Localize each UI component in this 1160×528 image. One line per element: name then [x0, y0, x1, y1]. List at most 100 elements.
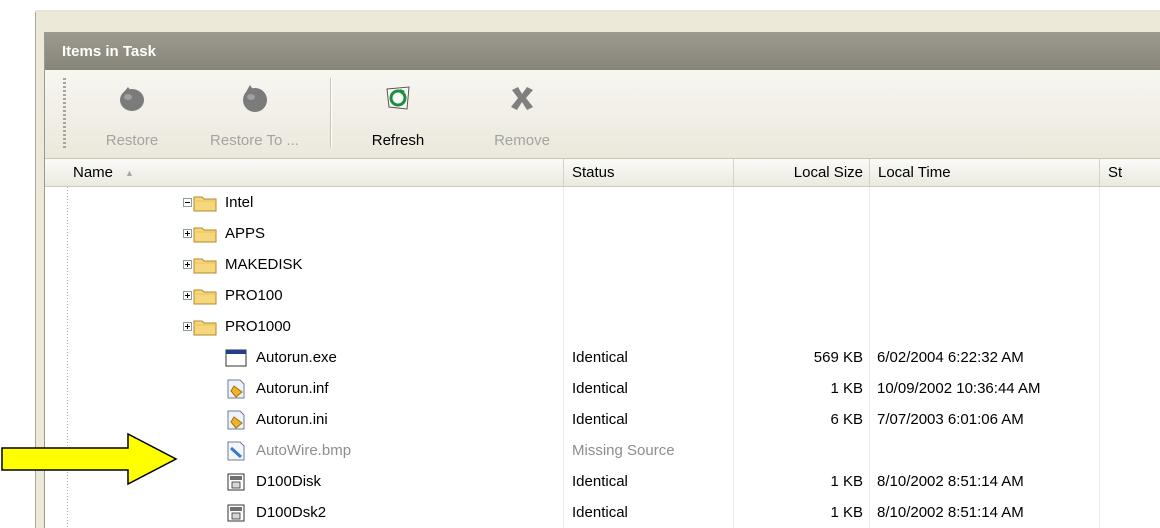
list-item[interactable]: AutoWire.bmp Missing Source — [45, 435, 1160, 466]
local-size-cell — [733, 249, 863, 280]
remove-label: Remove — [494, 132, 550, 149]
item-name: PRO100 — [225, 287, 283, 304]
name-cell: D100Disk — [225, 466, 321, 497]
sort-ascending-icon: ▲ — [125, 167, 134, 178]
name-cell: MAKEDISK — [183, 249, 303, 280]
local-time-cell: 8/10/2002 8:51:14 AM — [877, 473, 1024, 490]
local-size-cell — [733, 187, 863, 218]
header-next-column-label: St — [1108, 164, 1123, 181]
item-name: D100Disk — [256, 473, 322, 490]
header-local-size[interactable]: Local Size — [733, 159, 869, 186]
restore-button[interactable]: Restore — [97, 70, 167, 158]
item-name: Autorun.inf — [256, 380, 329, 397]
expand-icon[interactable] — [183, 260, 192, 269]
local-time-cell: 7/07/2003 6:01:06 AM — [877, 411, 1024, 428]
status-cell: Identical — [572, 411, 628, 428]
header-local-time-label: Local Time — [878, 164, 951, 181]
local-size-cell — [733, 435, 863, 466]
header-status[interactable]: Status — [563, 159, 733, 186]
name-cell: Autorun.ini — [225, 404, 328, 435]
list-item[interactable]: Intel — [45, 187, 1160, 218]
local-size-cell: 1 KB — [830, 504, 863, 521]
local-size-cell — [733, 218, 863, 249]
bmp-file-icon — [225, 440, 247, 462]
name-cell: AutoWire.bmp — [225, 435, 351, 466]
folder-icon — [193, 318, 217, 336]
item-name: D100Dsk2 — [256, 504, 327, 521]
restore-to-label: Restore To ... — [210, 132, 299, 149]
header-name[interactable]: Name ▲ — [45, 159, 563, 186]
local-size-cell — [733, 311, 863, 342]
list-item[interactable]: Autorun.exe Identical 569 KB 6/02/2004 6:22… — [45, 342, 1160, 373]
name-cell: Autorun.exe — [225, 342, 337, 373]
items-in-task-panel: Items in Task Restore Restore To ... Ref… — [44, 32, 1160, 528]
local-size-cell: 1 KB — [830, 473, 863, 490]
toolbar: Restore Restore To ... Refresh Remove — [45, 70, 1160, 159]
name-cell: PRO100 — [183, 280, 283, 311]
list-item[interactable]: Autorun.ini Identical 6 KB 7/07/2003 6:01:0… — [45, 404, 1160, 435]
inf-file-icon — [225, 378, 247, 400]
local-time-cell: 8/10/2002 8:51:14 AM — [877, 504, 1024, 521]
dsk-file-icon — [225, 502, 247, 524]
item-name: Autorun.exe — [256, 349, 337, 366]
header-local-time[interactable]: Local Time — [869, 159, 1099, 186]
refresh-icon — [383, 78, 413, 118]
collapse-icon[interactable] — [183, 198, 192, 207]
inf-file-icon — [225, 409, 247, 431]
item-name: Intel — [225, 194, 254, 211]
status-cell: Identical — [572, 473, 628, 490]
item-name: MAKEDISK — [225, 256, 303, 273]
list-item[interactable]: MAKEDISK — [45, 249, 1160, 280]
status-cell: Identical — [572, 380, 628, 397]
toolbar-separator — [330, 78, 332, 148]
panel-title: Items in Task — [45, 32, 1160, 70]
header-next-column[interactable]: St — [1099, 159, 1160, 186]
local-size-cell: 1 KB — [830, 380, 863, 397]
application-window: Items in Task Restore Restore To ... Ref… — [35, 12, 1160, 528]
expand-icon[interactable] — [183, 291, 192, 300]
item-name: AutoWire.bmp — [256, 442, 352, 459]
list-item[interactable]: D100Dsk2 Identical 1 KB 8/10/2002 8:51:14 A… — [45, 497, 1160, 528]
local-size-cell: 569 KB — [813, 349, 863, 366]
list-item[interactable]: PRO1000 — [45, 311, 1160, 342]
name-cell: D100Dsk2 — [225, 497, 326, 528]
refresh-button[interactable]: Refresh — [358, 70, 438, 158]
header-name-label: Name — [73, 164, 114, 181]
remove-icon — [507, 78, 537, 118]
column-header: Name ▲ Status Local Size Local Time St — [45, 159, 1160, 187]
name-cell: Intel — [183, 187, 253, 218]
item-name: Autorun.ini — [256, 411, 328, 428]
local-size-cell — [733, 280, 863, 311]
toolbar-grip[interactable] — [63, 78, 66, 148]
header-status-label: Status — [572, 164, 615, 181]
restore-label: Restore — [105, 132, 159, 149]
name-cell: APPS — [183, 218, 265, 249]
folder-icon — [193, 287, 217, 305]
status-cell: Identical — [572, 504, 628, 521]
name-cell: PRO1000 — [183, 311, 291, 342]
status-cell: Identical — [572, 349, 628, 366]
dsk-file-icon — [225, 471, 247, 493]
header-local-size-label: Local Size — [793, 164, 863, 181]
outer-background — [0, 0, 1160, 10]
item-name: PRO1000 — [225, 318, 291, 335]
annotation-arrow — [1, 432, 178, 486]
remove-button[interactable]: Remove — [487, 70, 557, 158]
folder-icon — [193, 194, 217, 212]
folder-icon — [193, 225, 217, 243]
restore-to-button[interactable]: Restore To ... — [197, 70, 312, 158]
restore-icon — [117, 78, 147, 118]
list-item[interactable]: D100Disk Identical 1 KB 8/10/2002 8:51:14 A… — [45, 466, 1160, 497]
expand-icon[interactable] — [183, 229, 192, 238]
expand-icon[interactable] — [183, 322, 192, 331]
item-name: APPS — [225, 225, 266, 242]
refresh-label: Refresh — [371, 132, 425, 149]
local-size-cell: 6 KB — [830, 411, 863, 428]
local-time-cell: 10/09/2002 10:36:44 AM — [877, 380, 1041, 397]
list-item[interactable]: APPS — [45, 218, 1160, 249]
restore-to-icon — [240, 78, 270, 118]
list-item[interactable]: Autorun.inf Identical 1 KB 10/09/2002 10:36… — [45, 373, 1160, 404]
status-cell: Missing Source — [572, 442, 675, 459]
name-cell: Autorun.inf — [225, 373, 329, 404]
list-item[interactable]: PRO100 — [45, 280, 1160, 311]
